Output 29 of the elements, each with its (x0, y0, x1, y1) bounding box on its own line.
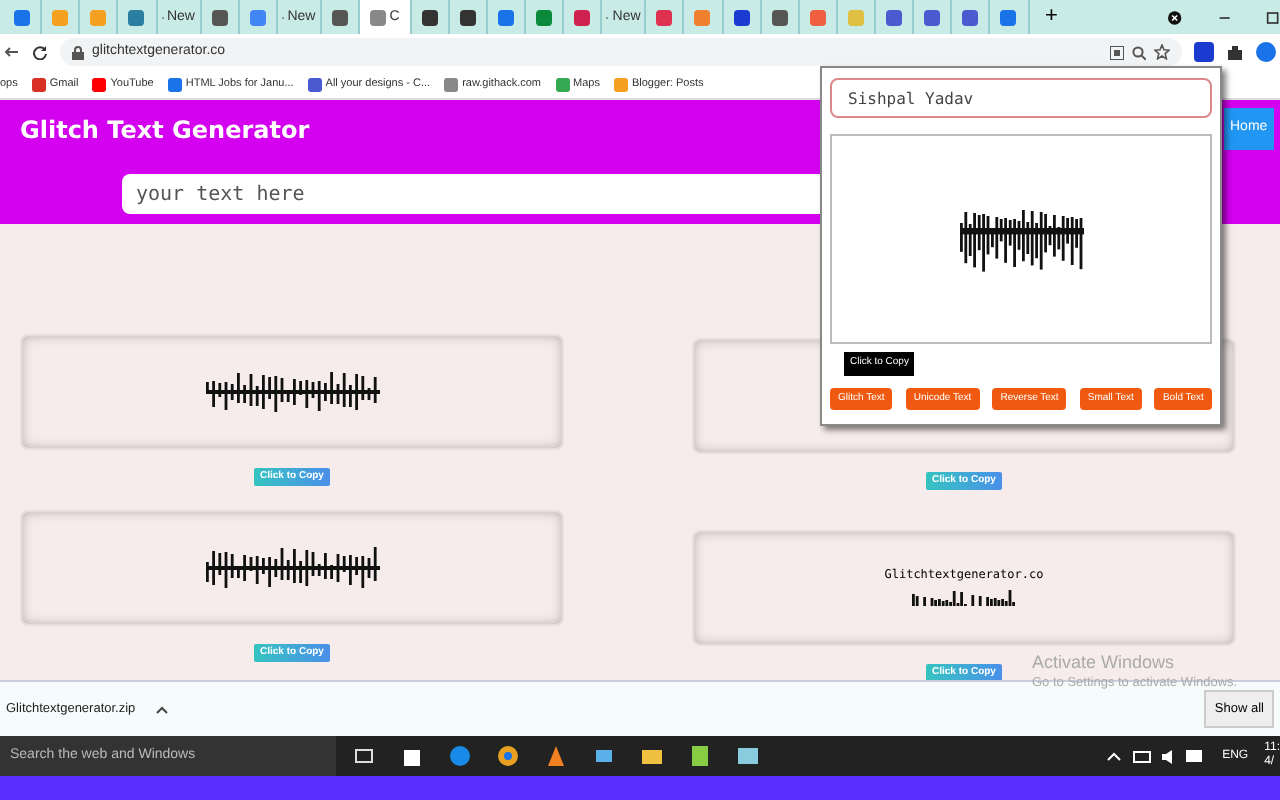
vlc-icon (544, 744, 568, 768)
output-textarea[interactable] (830, 134, 1212, 344)
task-view-icon (352, 744, 376, 768)
avatar-icon (1256, 42, 1276, 62)
site-title: Glitch Text Generator (20, 114, 310, 148)
lock-icon (72, 45, 84, 59)
chevron-up-icon (155, 705, 168, 713)
chrome-icon (496, 744, 520, 768)
maximize-icon (1266, 9, 1280, 25)
folder-icon (640, 744, 664, 768)
bookmark-icon (444, 77, 459, 91)
bookmark-icon (167, 77, 182, 91)
new-tab-button[interactable]: + (1045, 6, 1058, 28)
tray-icons-drawing (1106, 748, 1207, 764)
back-icon (4, 44, 20, 60)
qr-icon (1110, 45, 1124, 59)
name-input-field[interactable]: Sishpal Yadav (830, 78, 1212, 118)
bookmark-icon (613, 77, 628, 91)
reload-icon (32, 44, 48, 60)
notepad-icon (688, 744, 712, 768)
bookmark-icon (555, 77, 569, 91)
star-icon (1154, 44, 1170, 60)
activation-title: Activate Windows (1032, 652, 1177, 675)
close-icon (1167, 9, 1182, 25)
bookmark-icon (92, 77, 107, 91)
zoom-icon (1132, 45, 1146, 59)
puzzle-icon (1226, 43, 1244, 61)
bookmark-icon (307, 77, 322, 91)
bookmark-icon (31, 77, 46, 91)
